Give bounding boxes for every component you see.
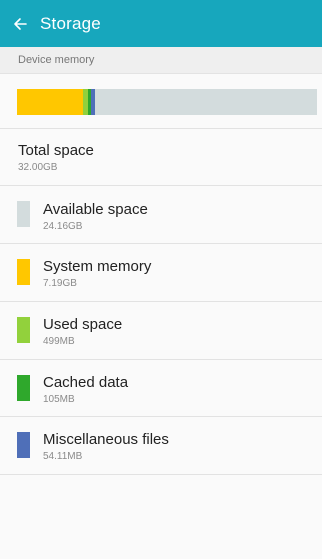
storage-item-used-space[interactable]: Used space 499MB: [0, 302, 322, 359]
storage-item-value: 24.16GB: [43, 221, 83, 232]
divider: [0, 474, 322, 475]
usage-bar-segment: [17, 89, 83, 115]
total-space-info: Total space 32.00GB: [18, 142, 94, 173]
storage-item-value: 105MB: [43, 394, 75, 405]
section-header-device-memory: Device memory: [0, 47, 322, 74]
storage-item-value: 54.11MB: [43, 451, 83, 462]
section-header-label: Device memory: [18, 54, 95, 66]
storage-item-system-memory[interactable]: System memory 7.19GB: [0, 244, 322, 301]
arrow-left-icon: [14, 17, 27, 30]
color-swatch: [17, 317, 30, 343]
storage-item-miscellaneous-files[interactable]: Miscellaneous files 54.11MB: [0, 417, 322, 474]
storage-item-label: Miscellaneous files: [43, 431, 169, 448]
storage-item-label: Used space: [43, 316, 123, 333]
page-title: Storage: [40, 13, 101, 33]
storage-item-value: 499MB: [43, 336, 75, 347]
color-swatch: [17, 375, 30, 401]
storage-item-label: System memory: [43, 258, 152, 275]
storage-item-available[interactable]: Available space 24.16GB: [0, 186, 322, 243]
app-bar: Storage: [0, 0, 322, 47]
color-swatch: [17, 432, 30, 458]
divider: [0, 128, 322, 129]
usage-bar-segment: [95, 89, 318, 115]
color-swatch: [17, 259, 30, 285]
storage-item-label: Available space: [43, 201, 148, 218]
total-space-label: Total space: [18, 142, 94, 159]
back-button[interactable]: [0, 0, 40, 47]
storage-item-label: Cached data: [43, 374, 129, 391]
storage-usage-bar: [17, 89, 318, 115]
storage-item-cached-data[interactable]: Cached data 105MB: [0, 360, 322, 417]
color-swatch: [17, 201, 30, 227]
storage-item-value: 7.19GB: [43, 278, 77, 289]
total-space-value: 32.00GB: [18, 162, 58, 173]
